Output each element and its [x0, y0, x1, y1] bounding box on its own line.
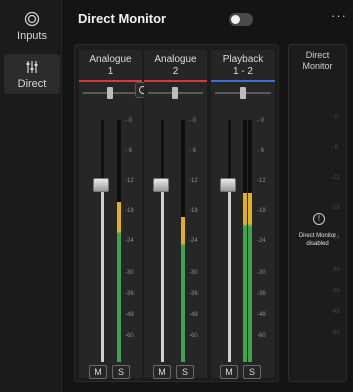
mute-button[interactable]: M: [89, 365, 107, 379]
sidebar-item-label: Direct: [17, 78, 47, 90]
db-tick-label: -36: [189, 291, 198, 297]
channel-strip-analogue-1: Analogue 1 M S: [79, 50, 142, 379]
direct-monitor-panel: Direct Monitor - 0- 6 -12 -18 -24 -30 -36 -48-…: [288, 44, 347, 382]
db-tick-label: -36: [125, 291, 134, 297]
channel-number: 1: [107, 66, 114, 77]
fader-handle[interactable]: [220, 178, 236, 193]
channel-header: Playback 1 - 2: [211, 50, 275, 82]
channel-underline: [211, 80, 275, 82]
sidebar: Inputs Direct: [0, 0, 62, 392]
db-tick-label: - 6: [257, 148, 265, 154]
meter-fill: [181, 216, 185, 362]
db-tick-label: -48: [331, 309, 340, 315]
db-tick-label: -60: [189, 333, 198, 339]
db-tick-label: -48: [125, 312, 134, 318]
channel-underline: [79, 80, 142, 82]
mixer-sliders-icon: [26, 61, 38, 73]
db-tick-label: -30: [257, 270, 266, 276]
db-tick-label: -12: [257, 178, 266, 184]
sidebar-item-label: Inputs: [17, 30, 47, 42]
fader-handle[interactable]: [153, 178, 169, 193]
mute-button[interactable]: M: [153, 365, 171, 379]
direct-monitor-title: Direct Monitor: [289, 50, 346, 72]
db-tick-label: -18: [189, 208, 198, 214]
direct-monitor-title-line1: Direct: [305, 50, 330, 60]
level-meter: [181, 120, 185, 362]
db-tick-label: -36: [331, 288, 340, 294]
db-tick-label: -24: [189, 238, 198, 244]
db-tick-label: -48: [257, 312, 266, 318]
channel-number: 2: [172, 66, 179, 77]
db-tick-label: -24: [257, 238, 266, 244]
solo-button[interactable]: S: [243, 365, 261, 379]
db-tick-label: - 0: [331, 115, 339, 121]
mute-button[interactable]: M: [220, 365, 238, 379]
solo-button[interactable]: S: [176, 365, 194, 379]
meter-fill: [248, 192, 252, 362]
fader-level: [101, 185, 104, 362]
channel-header: Analogue 2: [144, 50, 207, 82]
db-tick-label: -18: [331, 205, 340, 211]
mixer-panel: Analogue 1 M S Analogue 2 M S Playback 1…: [74, 44, 279, 382]
channel-header: Analogue 1: [79, 50, 142, 82]
channel-name: Analogue: [154, 54, 197, 65]
sidebar-item-direct[interactable]: Direct: [4, 54, 60, 94]
db-tick-label: -60: [331, 330, 340, 336]
db-tick-label: -12: [331, 175, 340, 181]
channel-number: 1 - 2: [232, 66, 253, 77]
fader-handle[interactable]: [93, 178, 109, 193]
db-tick-label: -12: [125, 178, 134, 184]
more-options-icon[interactable]: ···: [331, 8, 347, 23]
solo-button[interactable]: S: [112, 365, 130, 379]
alert-circle-icon: !: [313, 213, 325, 225]
db-tick-label: -30: [189, 270, 198, 276]
level-meter-right: [248, 120, 252, 362]
db-tick-label: - 6: [189, 148, 197, 154]
sidebar-item-inputs[interactable]: Inputs: [4, 10, 60, 54]
status-line2: disabled: [306, 241, 329, 247]
channel-strip-analogue-2: Analogue 2 M S: [144, 50, 207, 379]
db-tick-label: - 6: [331, 145, 339, 151]
level-meter-left: [243, 120, 247, 362]
db-tick-label: -18: [125, 208, 134, 214]
meter-fill: [117, 202, 121, 362]
db-tick-label: -12: [189, 178, 198, 184]
toggle-knob: [231, 15, 240, 24]
direct-monitor-status: Direct Monitor disabled: [289, 232, 346, 248]
direct-monitor-title-line2: Monitor: [302, 61, 333, 71]
db-tick-label: -36: [257, 291, 266, 297]
db-tick-label: -30: [125, 270, 134, 276]
pan-knob[interactable]: [240, 87, 246, 99]
channel-underline: [144, 80, 207, 82]
header: Direct Monitor ···: [62, 0, 353, 38]
meter-fill: [243, 192, 247, 362]
db-tick-label: - 6: [125, 148, 133, 154]
level-meter: [117, 120, 121, 362]
db-tick-label: - 0: [257, 118, 265, 124]
inputs-icon: [24, 11, 40, 27]
channel-name: Playback: [222, 54, 264, 65]
db-tick-label: - 0: [125, 118, 133, 124]
db-tick-label: -18: [257, 208, 266, 214]
pan-knob[interactable]: [172, 87, 178, 99]
db-tick-label: -60: [257, 333, 266, 339]
status-line1: Direct Monitor: [298, 233, 337, 239]
page-title: Direct Monitor: [78, 11, 167, 26]
fader-level: [228, 185, 231, 362]
db-tick-label: -60: [125, 333, 134, 339]
db-tick-label: - 0: [189, 118, 197, 124]
direct-monitor-toggle[interactable]: [229, 13, 253, 26]
db-tick-label: -30: [331, 267, 340, 273]
db-tick-label: -48: [189, 312, 198, 318]
fader-level: [161, 185, 164, 362]
channel-name: Analogue: [89, 54, 132, 65]
channel-strip-playback-1-2: Playback 1 - 2 M S: [211, 50, 275, 379]
pan-knob[interactable]: [107, 87, 113, 99]
db-tick-label: -24: [125, 238, 134, 244]
